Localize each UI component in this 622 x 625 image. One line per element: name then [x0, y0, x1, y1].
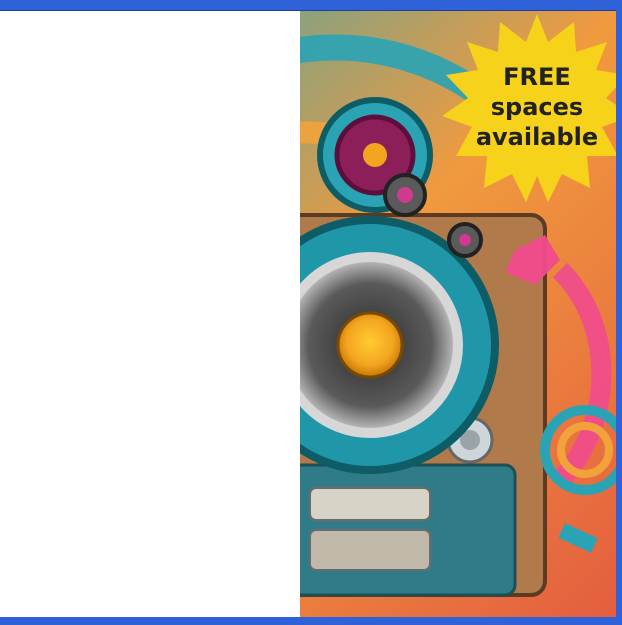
badge-line-2: spaces [490, 93, 584, 121]
window-top-border [0, 0, 622, 11]
window-right-border [616, 0, 622, 625]
badge-line-1: FREE [503, 63, 571, 91]
window-bottom-border [0, 617, 622, 625]
badge-text: FREE spaces available [442, 62, 622, 152]
badge-line-3: available [475, 123, 599, 151]
ad-banner: es ID G FREE spaces available [0, 0, 622, 625]
free-spaces-badge: FREE spaces available [442, 12, 622, 202]
